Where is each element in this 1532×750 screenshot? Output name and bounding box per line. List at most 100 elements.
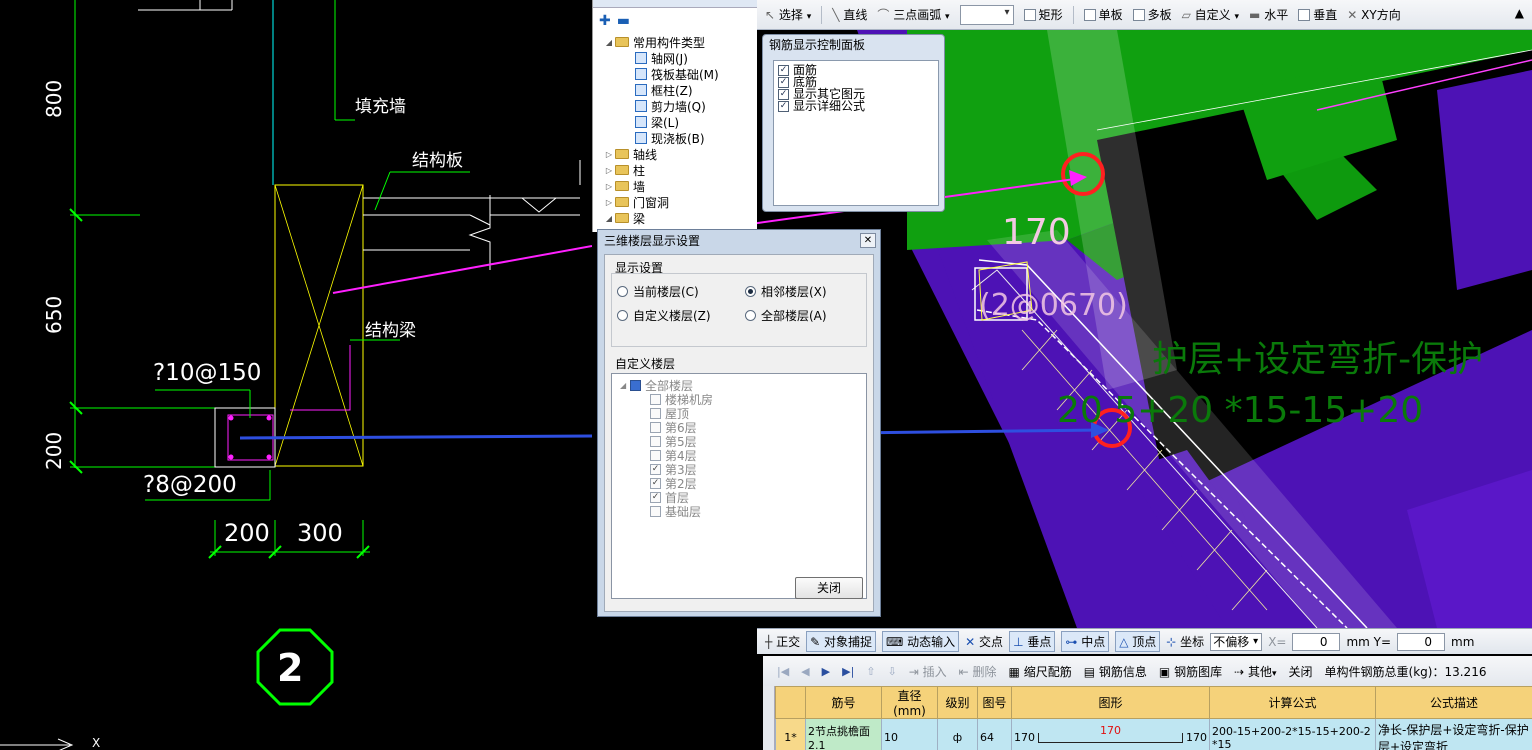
last-record-icon[interactable]: ▶| <box>842 665 854 678</box>
custom-tool[interactable]: ▱ 自定义 ▾ <box>1182 6 1239 23</box>
checkbox-checked[interactable]: ✓ <box>650 477 661 489</box>
dynamic-input-toggle[interactable]: ⌨ 动态输入 <box>881 631 960 652</box>
radio-off[interactable] <box>617 286 628 297</box>
radio-off[interactable] <box>745 310 756 321</box>
collapse-triangle-icon[interactable]: ◢ <box>603 38 615 47</box>
arc-option-select[interactable] <box>959 4 1014 25</box>
prev-record-icon[interactable]: ◀ <box>801 665 809 678</box>
vertical-tool[interactable]: 垂直 <box>1298 6 1337 23</box>
checkbox-checked[interactable]: ✓ <box>778 88 789 100</box>
next-record-icon[interactable]: ▶ <box>822 665 830 678</box>
arc-tool[interactable]: ⌒ 三点画弧 ▾ <box>877 6 949 23</box>
floor-item[interactable]: 基础层 <box>612 504 866 519</box>
cell-desc[interactable]: 净长-保护层+设定弯折-保护层+设定弯折 <box>1375 718 1532 750</box>
cell-diameter[interactable]: 10 <box>881 718 938 750</box>
expand-triangle-icon[interactable]: ▷ <box>603 150 615 159</box>
row-index[interactable]: 1* <box>775 718 806 750</box>
radio-adjacent-floor[interactable]: 相邻楼层(X) <box>745 283 827 300</box>
floor-item[interactable]: 第6层 <box>612 420 866 435</box>
tree-item-shear-wall[interactable]: 剪力墙(Q) <box>593 98 757 114</box>
radio-custom-floor[interactable]: 自定义楼层(Z) <box>617 307 711 324</box>
cell-formula[interactable]: 200-15+200-2*15-15+200-2*15 <box>1209 718 1376 750</box>
checkbox-unchecked[interactable] <box>650 449 661 461</box>
cell-grade[interactable]: ф <box>937 718 978 750</box>
ortho-toggle[interactable]: ┼ 正交 <box>765 633 800 650</box>
cell-name[interactable]: 2节点挑檐面2.1 <box>805 718 882 750</box>
floor-item[interactable]: 第4层 <box>612 448 866 463</box>
close-table-button[interactable]: 关闭 <box>1289 663 1313 680</box>
y-input[interactable]: 0 <box>1397 632 1446 651</box>
tree-root-common[interactable]: ◢ 常用构件类型 <box>593 34 757 50</box>
tree-item-raft[interactable]: 筏板基础(M) <box>593 66 757 82</box>
checkbox-partial[interactable] <box>630 379 641 391</box>
offset-dropdown[interactable]: 不偏移 <box>1210 632 1263 651</box>
x-input[interactable]: 0 <box>1292 632 1341 651</box>
expand-all-icon[interactable]: ✚ <box>599 13 611 29</box>
collapse-triangle-icon[interactable]: ◢ <box>603 214 615 223</box>
tree-folder-column[interactable]: ▷ 柱 <box>593 162 757 178</box>
option-show-formula[interactable]: ✓ 显示详细公式 <box>778 100 934 112</box>
pin-icon[interactable]: ▲ <box>1515 6 1524 20</box>
floor-item[interactable]: 第5层 <box>612 434 866 449</box>
tree-folder-opening[interactable]: ▷ 门窗洞 <box>593 194 757 210</box>
xy-direction-tool[interactable]: ✕ XY方向 <box>1347 6 1400 23</box>
tree-folder-wall[interactable]: ▷ 墙 <box>593 178 757 194</box>
single-slab-tool[interactable]: 单板 <box>1083 6 1123 23</box>
tree-item-beam[interactable]: 梁(L) <box>593 114 757 130</box>
coordinate-snap[interactable]: ⊹ 坐标 <box>1166 633 1204 650</box>
checkbox-checked[interactable]: ✓ <box>778 64 789 76</box>
radio-on[interactable] <box>745 286 756 297</box>
checkbox-checked[interactable]: ✓ <box>778 100 789 112</box>
radio-all-floor[interactable]: 全部楼层(A) <box>745 307 827 324</box>
scale-rebar-button[interactable]: ▦ 缩尺配筋 <box>1009 663 1072 680</box>
floor-item[interactable]: 楼梯机房 <box>612 392 866 407</box>
checkbox-unchecked[interactable] <box>650 407 661 419</box>
collapse-all-icon[interactable]: ▬ <box>617 13 630 29</box>
checkbox-checked[interactable]: ✓ <box>778 76 789 88</box>
cell-shape[interactable]: 170 170 170 <box>1011 718 1210 750</box>
tree-item-grid[interactable]: 轴网(J) <box>593 50 757 66</box>
delete-button[interactable]: ⇤ 删除 <box>959 663 997 680</box>
expand-triangle-icon[interactable]: ▷ <box>603 198 615 207</box>
close-icon[interactable]: ✕ <box>860 233 876 248</box>
floor-root[interactable]: ◢ 全部楼层 <box>612 378 866 393</box>
move-down-icon[interactable]: ⇩ <box>888 665 897 678</box>
tree-folder-beam[interactable]: ◢ 梁 <box>593 210 757 226</box>
expand-triangle-icon[interactable]: ▷ <box>603 166 615 175</box>
checkbox-unchecked[interactable] <box>650 505 661 517</box>
horizontal-tool[interactable]: ▬ 水平 <box>1249 6 1288 23</box>
intersection-snap[interactable]: ✕ 交点 <box>965 633 1003 650</box>
line-tool[interactable]: ╲ 直线 <box>832 6 867 23</box>
other-button[interactable]: ⇢ 其他▾ <box>1234 663 1276 680</box>
floor-item[interactable]: 屋顶 <box>612 406 866 421</box>
checkbox-checked[interactable]: ✓ <box>650 491 661 503</box>
tree-item-slab[interactable]: 现浇板(B) <box>593 130 757 146</box>
midpoint-snap[interactable]: ⊶ 中点 <box>1061 631 1110 652</box>
floor-item[interactable]: ✓ 第3层 <box>612 462 866 477</box>
radio-current-floor[interactable]: 当前楼层(C) <box>617 283 699 300</box>
object-snap-toggle[interactable]: ✎ 对象捕捉 <box>806 631 876 652</box>
checkbox-unchecked[interactable] <box>650 393 661 405</box>
insert-button[interactable]: ⇥ 插入 <box>909 663 947 680</box>
perpendicular-snap[interactable]: ⊥ 垂点 <box>1009 631 1056 652</box>
cell-fig[interactable]: 64 <box>977 718 1012 750</box>
cad-drawing-area[interactable]: 800 650 200 200 300 填充墙 结构板 结构梁 ?10@150 … <box>0 0 592 750</box>
checkbox-unchecked[interactable] <box>650 421 661 433</box>
select-tool[interactable]: ↖ 选择 ▾ <box>765 6 811 23</box>
tree-folder-axis[interactable]: ▷ 轴线 <box>593 146 757 162</box>
expand-triangle-icon[interactable]: ▷ <box>603 182 615 191</box>
table-row[interactable]: 1* 2节点挑檐面2.1 10 ф 64 170 170 170 200-15+… <box>775 718 1532 750</box>
radio-off[interactable] <box>617 310 628 321</box>
multi-slab-tool[interactable]: 多板 <box>1132 6 1172 23</box>
rect-tool[interactable]: 矩形 <box>1023 6 1063 23</box>
floor-item[interactable]: ✓ 首层 <box>612 490 866 505</box>
move-up-icon[interactable]: ⇧ <box>866 665 875 678</box>
collapse-triangle-icon[interactable]: ◢ <box>620 381 630 390</box>
rebar-library-button[interactable]: ▣ 钢筋图库 <box>1159 663 1222 680</box>
close-button[interactable]: 关闭 <box>795 577 863 599</box>
checkbox-unchecked[interactable] <box>650 435 661 447</box>
checkbox-checked[interactable]: ✓ <box>650 463 661 475</box>
rebar-info-button[interactable]: ▤ 钢筋信息 <box>1084 663 1147 680</box>
vertex-snap[interactable]: △ 顶点 <box>1115 631 1161 652</box>
first-record-icon[interactable]: |◀ <box>777 665 789 678</box>
